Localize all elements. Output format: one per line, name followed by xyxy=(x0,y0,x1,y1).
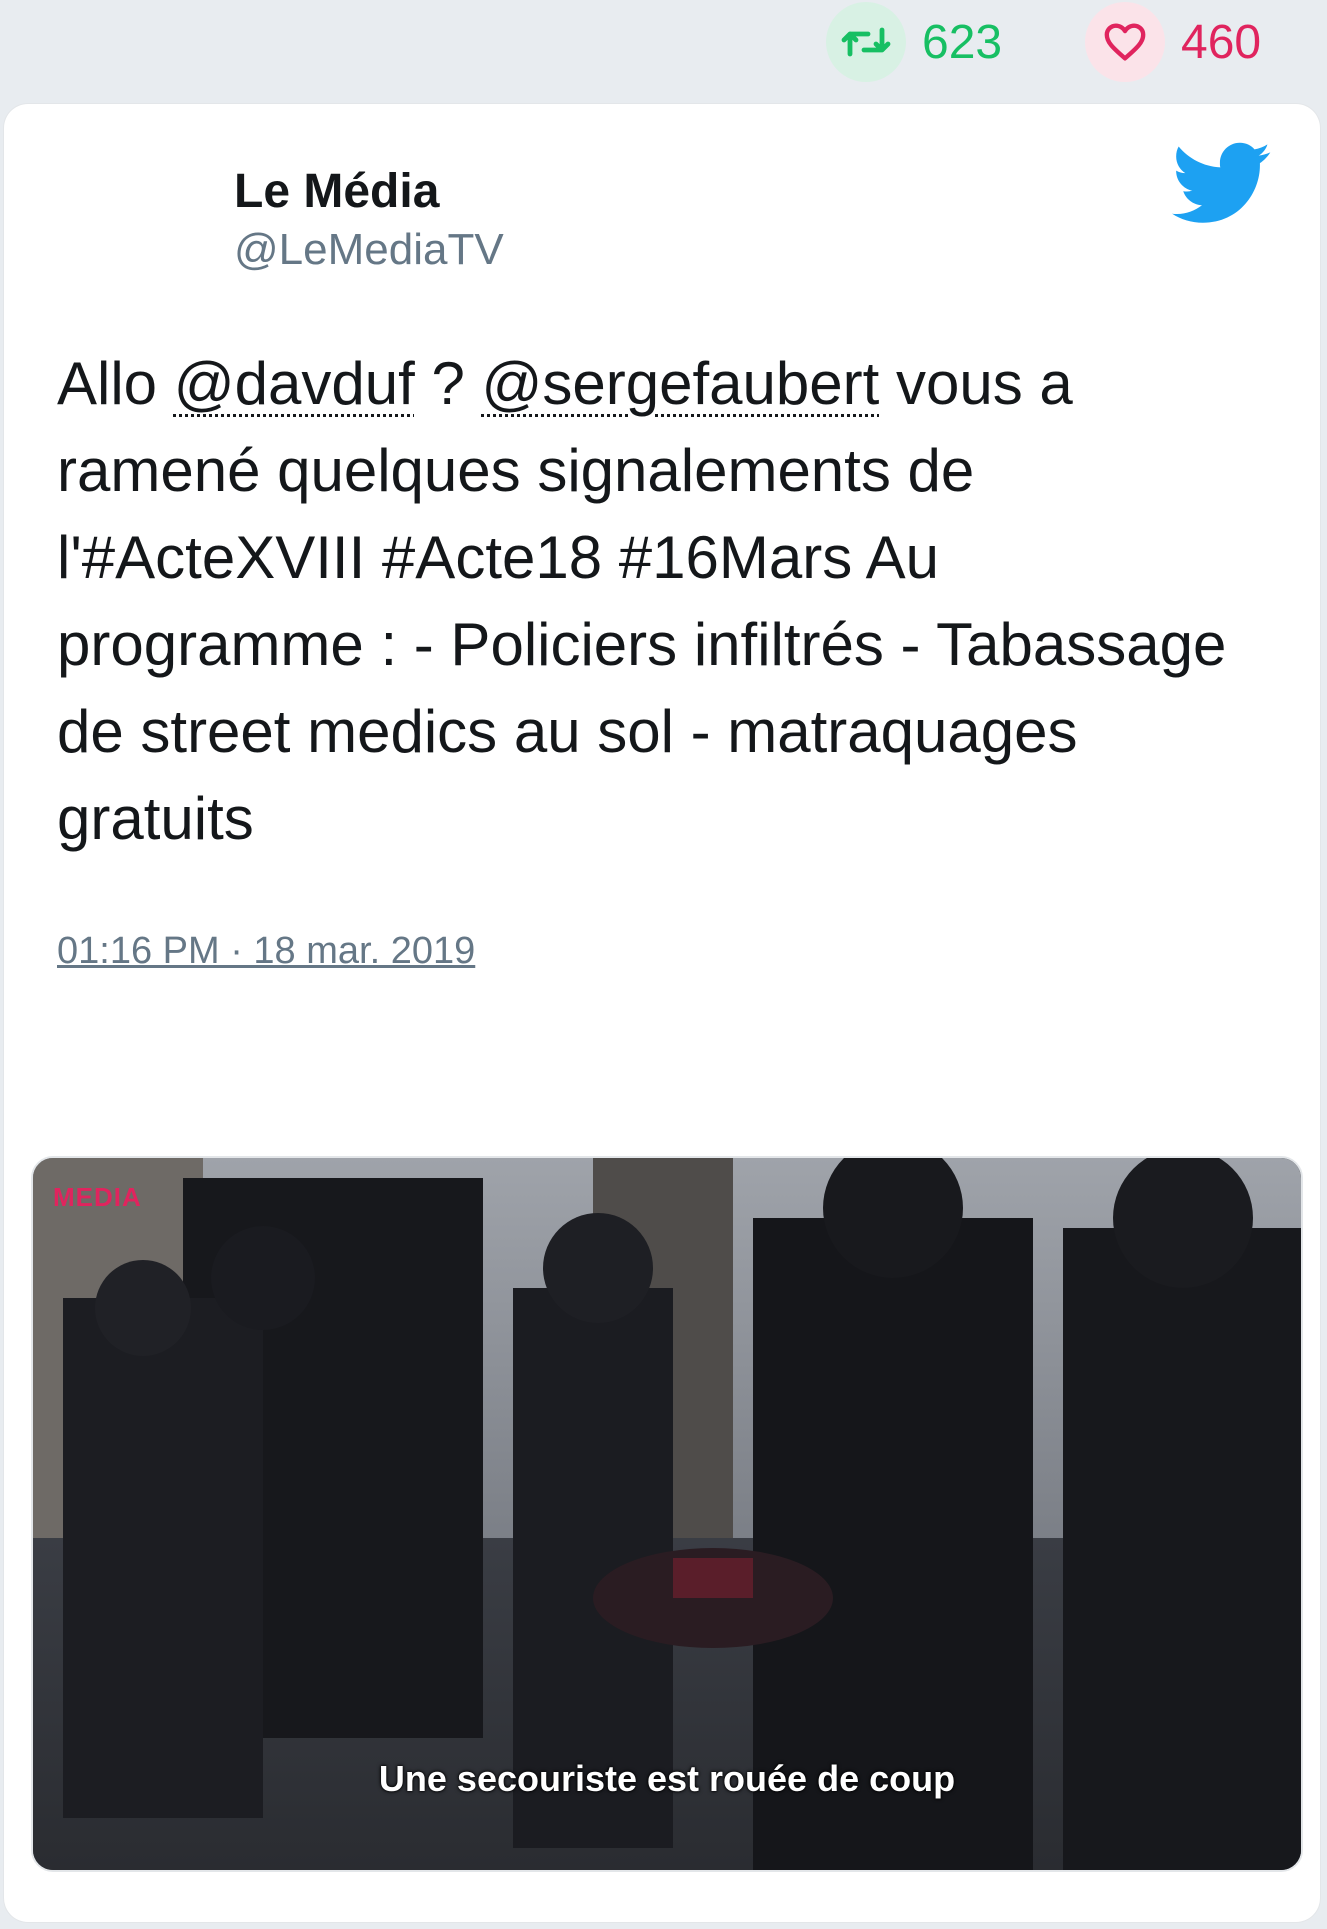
retweet-stat[interactable]: 623 xyxy=(826,2,1002,82)
video-caption: Une secouriste est rouée de coup xyxy=(378,1758,956,1799)
author-handle[interactable]: @LeMediaTV xyxy=(234,222,504,278)
tweet-card: Le Média @LeMediaTV Allo @davduf ? @serg… xyxy=(4,104,1320,1922)
like-stat[interactable]: 460 xyxy=(1085,2,1261,82)
tweet-video-thumbnail[interactable]: MEDIA Une secouriste est rouée de coup xyxy=(31,1156,1303,1872)
retweet-icon xyxy=(826,2,906,82)
mention-link-davduf[interactable]: @davduf xyxy=(174,350,415,417)
tweet-timestamp-link[interactable]: 01:16 PM · 18 mar. 2019 xyxy=(57,930,475,973)
mention-link-sergefaubert[interactable]: @sergefaubert xyxy=(482,350,880,417)
retweet-count: 623 xyxy=(922,15,1003,69)
video-watermark: MEDIA xyxy=(53,1182,142,1212)
author-block[interactable]: Le Média @LeMediaTV xyxy=(234,162,504,278)
tweet-text-part: Allo xyxy=(57,350,174,417)
tweet-text-part: ? xyxy=(414,350,482,417)
tweet-text: Allo @davduf ? @sergefaubert vous a rame… xyxy=(57,340,1257,862)
tweet-text-part: vous a ramené quelques signalements de l… xyxy=(57,350,1227,852)
like-count: 460 xyxy=(1181,15,1262,69)
engagement-bar: 623 460 xyxy=(0,0,1327,100)
twitter-bird-icon[interactable] xyxy=(1172,142,1272,226)
heart-icon xyxy=(1085,2,1165,82)
author-name[interactable]: Le Média xyxy=(234,162,504,222)
